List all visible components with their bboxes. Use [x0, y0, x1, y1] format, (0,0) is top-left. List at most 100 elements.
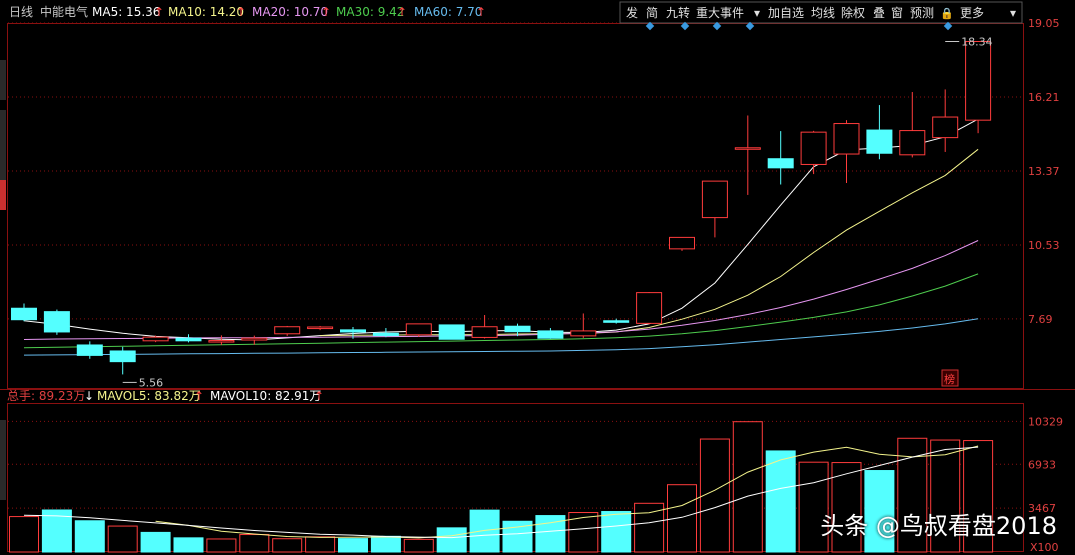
- volume-bar: [436, 527, 467, 553]
- candle-body: [471, 326, 498, 338]
- candlesticks: [11, 40, 992, 375]
- candle: [701, 180, 728, 238]
- toolbar-forecast-button[interactable]: 预测: [910, 6, 934, 20]
- total-volume-arrow: ↓: [84, 389, 94, 403]
- annotation-label: 18.34: [961, 35, 993, 48]
- candle-body: [340, 329, 366, 333]
- candle-body: [899, 130, 926, 156]
- toolbar-more-dropdown[interactable]: ▾: [1010, 6, 1016, 20]
- price-tick-label: 16.21: [1028, 91, 1060, 104]
- toolbar-events-button[interactable]: 重大事件: [696, 6, 744, 20]
- price-tick-label: 7.69: [1028, 313, 1053, 326]
- mavol10-label: MAVOL10: 82.91万: [210, 389, 321, 403]
- volume-bar: [403, 538, 434, 553]
- candle-body: [109, 350, 136, 363]
- candle: [570, 313, 597, 338]
- volume-axis: 3467693310329: [1028, 415, 1063, 515]
- candle-body: [669, 236, 695, 250]
- toolbar-window-button[interactable]: 窗: [891, 6, 903, 20]
- candle: [11, 303, 37, 322]
- candle: [800, 130, 827, 175]
- ma30-arrow: ↑: [397, 5, 407, 19]
- candle-body: [142, 336, 169, 342]
- watermark: 头条 @鸟叔看盘2018: [820, 512, 1057, 540]
- toolbar-fa-button[interactable]: 发: [626, 5, 638, 20]
- candle-body: [504, 325, 531, 333]
- volume-header: 总手: 89.23万 ↓ MAVOL5: 83.82万 ↑ MAVOL10: 8…: [7, 389, 324, 403]
- total-volume-label: 总手: 89.23万: [7, 389, 85, 403]
- candle-body: [274, 326, 301, 335]
- volume-bar: [667, 484, 697, 553]
- candle-body: [734, 147, 761, 150]
- price-tick-label: 13.37: [1028, 165, 1060, 178]
- toolbar-more-button[interactable]: 更多: [960, 6, 984, 20]
- candle: [866, 105, 893, 160]
- candle: [405, 323, 432, 337]
- candle-body: [76, 344, 103, 356]
- stock-name: 中能电气: [40, 4, 88, 19]
- toolbar-ma-button[interactable]: 均线: [811, 6, 835, 20]
- candle-body: [767, 158, 794, 169]
- ma10-label: MA10: 14.20: [168, 5, 244, 19]
- ma5-arrow: ↑: [154, 5, 164, 19]
- volume-bar: [469, 509, 500, 553]
- ma-line-ma20: [23, 240, 979, 340]
- annotation-label: 5.56: [139, 376, 164, 389]
- mavol10-arrow: ↑: [314, 389, 324, 403]
- price-header: 日线 中能电气 MA5: 15.36 ↑ MA10: 14.20 ↑ MA20:…: [9, 4, 486, 19]
- candle: [734, 115, 761, 195]
- candle-body: [438, 324, 465, 340]
- candle-body: [800, 131, 827, 165]
- candle: [767, 131, 794, 185]
- candle-body: [537, 330, 564, 339]
- toolbar-exright-button[interactable]: 除权: [841, 5, 865, 20]
- ma10-arrow: ↑: [236, 5, 246, 19]
- volume-tick-label: 6933: [1028, 458, 1056, 471]
- stock-chart: 7.6910.5313.3716.2119.05 3467693310329 5…: [0, 1, 1075, 554]
- toolbar-add-watch-button[interactable]: 加自选: [768, 6, 804, 20]
- toolbar-jiuzhuan-button[interactable]: 九转: [666, 5, 690, 20]
- volume-bar: [338, 538, 368, 553]
- candle-body: [11, 307, 37, 321]
- candle-body: [866, 129, 893, 154]
- mavol5-arrow: ↑: [194, 389, 204, 403]
- unit-label: X100: [1030, 541, 1059, 554]
- price-gridlines: [8, 22, 1023, 320]
- toolbar-jian-button[interactable]: 简: [646, 6, 658, 20]
- candle: [471, 315, 498, 339]
- ma30-label: MA30: 9.42: [336, 5, 404, 19]
- volume-bar: [239, 534, 270, 553]
- candle: [307, 325, 334, 331]
- candle: [537, 328, 564, 339]
- lock-icon[interactable]: 🔒: [940, 7, 954, 20]
- ma20-arrow: ↑: [321, 5, 331, 19]
- candle: [43, 309, 70, 335]
- toolbar-overlay-button[interactable]: 叠: [873, 6, 885, 20]
- toolbar-events-dropdown[interactable]: ▾: [754, 6, 760, 20]
- candle: [899, 92, 926, 158]
- volume-bar: [699, 438, 730, 553]
- candle: [438, 324, 465, 340]
- ma60-arrow: ↑: [476, 5, 486, 19]
- candle: [109, 346, 136, 375]
- volume-bar: [305, 536, 336, 553]
- candle-body: [603, 320, 630, 323]
- candle: [636, 292, 663, 325]
- rank-badge[interactable]: 榜: [944, 372, 955, 386]
- candle: [208, 335, 235, 345]
- volume-tick-label: 10329: [1028, 415, 1063, 428]
- candle: [76, 341, 103, 359]
- volume-bar: [765, 450, 796, 553]
- candle: [932, 89, 959, 152]
- volume-bar: [272, 538, 303, 553]
- candle-body: [701, 180, 728, 219]
- period-label[interactable]: 日线: [9, 5, 33, 19]
- volume-bar: [601, 511, 632, 553]
- candle-body: [932, 116, 959, 139]
- ma20-label: MA20: 10.70: [252, 5, 328, 19]
- candle: [833, 120, 860, 183]
- candle: [274, 325, 301, 336]
- volume-bar: [9, 516, 39, 553]
- candle-body: [570, 330, 597, 337]
- mavol5-label: MAVOL5: 83.82万: [97, 389, 201, 403]
